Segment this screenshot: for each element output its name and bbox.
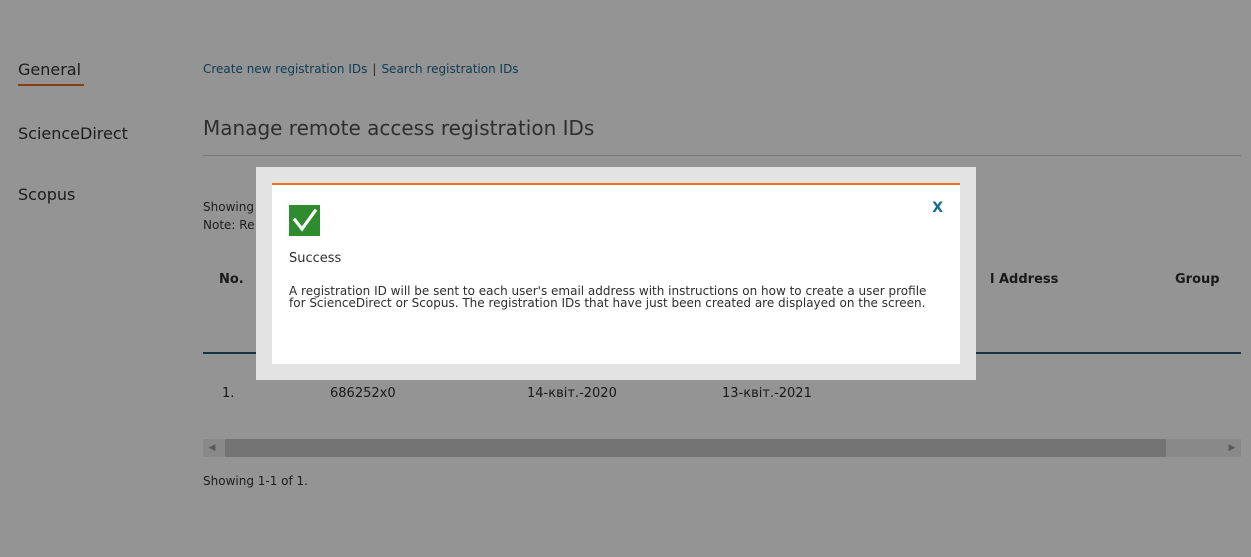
dialog-title: Success bbox=[289, 251, 342, 266]
success-dialog: X Success A registration ID will be sent… bbox=[272, 183, 960, 364]
check-icon bbox=[289, 205, 320, 236]
dialog-message: A registration ID will be sent to each u… bbox=[289, 284, 927, 310]
close-button[interactable]: X bbox=[932, 200, 943, 216]
